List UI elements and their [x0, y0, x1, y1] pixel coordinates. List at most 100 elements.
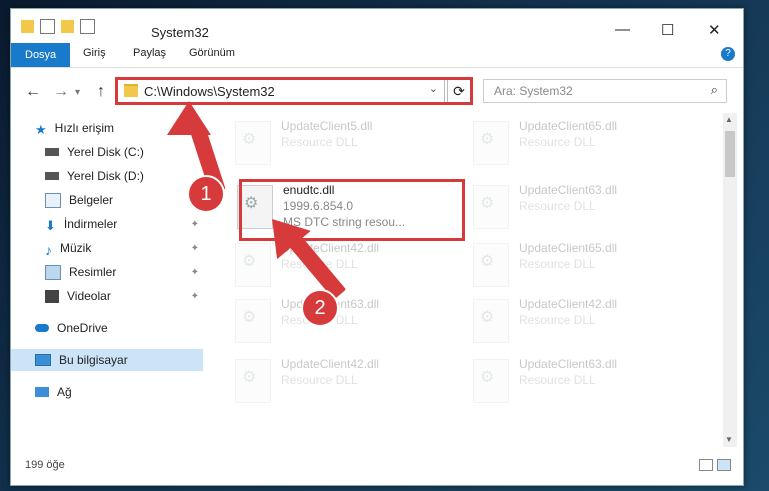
sidebar-item-music[interactable]: ♪ Müzik ✦ — [11, 237, 203, 259]
forward-button[interactable]: → — [53, 83, 69, 101]
sidebar-item-local-disk-c[interactable]: Yerel Disk (C:) — [11, 141, 203, 163]
file-name: UpdateClient42.dll — [519, 297, 618, 311]
step-1-badge: 1 — [187, 175, 225, 213]
sidebar-item-label: Belgeler — [69, 193, 114, 207]
computer-icon — [35, 354, 51, 366]
documents-icon — [45, 192, 61, 208]
download-icon: ⬇ — [45, 217, 56, 233]
pictures-icon — [45, 264, 61, 280]
file-item[interactable]: ⚙ UpdateClient42.dll Resource DLL — [473, 293, 693, 345]
videos-icon — [45, 289, 59, 303]
sidebar-item-local-disk-d[interactable]: Yerel Disk (D:) — [11, 165, 203, 187]
sidebar-item-onedrive[interactable]: OneDrive — [11, 317, 203, 339]
sidebar-item-label: Yerel Disk (C:) — [67, 145, 144, 159]
sidebar-item-label: Ağ — [57, 385, 72, 399]
item-count: 199 öğe — [25, 459, 65, 471]
maximize-button[interactable]: ☐ — [661, 21, 674, 39]
file-name: UpdateClient5.dll — [281, 119, 373, 133]
file-item[interactable]: ⚙ UpdateClient5.dll Resource DLL — [235, 115, 455, 167]
sidebar-item-videos[interactable]: Videolar ✦ — [11, 285, 203, 307]
sidebar-item-label: Resimler — [69, 265, 117, 279]
recent-dropdown-icon[interactable]: ▾ — [75, 87, 80, 98]
gear-icon: ⚙ — [480, 131, 495, 148]
file-name: UpdateClient65.dll — [519, 241, 618, 255]
sidebar-item-label: Bu bilgisayar — [59, 353, 128, 367]
gear-icon: ⚙ — [480, 253, 495, 270]
file-item[interactable]: ⚙ UpdateClient63.dll Resource DLL — [235, 293, 455, 345]
file-item[interactable]: ⚙ UpdateClient63.dll Resource DLL — [473, 179, 693, 231]
star-icon: ★ — [35, 121, 47, 137]
vertical-scrollbar[interactable]: ▲ ▼ — [723, 113, 737, 447]
file-type: Resource DLL — [519, 373, 596, 387]
tab-file[interactable]: Dosya — [11, 43, 71, 67]
step-2-badge: 2 — [301, 289, 339, 327]
search-input[interactable]: Ara: System32 ⌕ — [483, 79, 727, 103]
file-name: UpdateClient42.dll — [281, 357, 380, 371]
folder-icon — [21, 20, 34, 33]
back-button[interactable]: ← — [25, 83, 41, 101]
search-icon: ⌕ — [710, 82, 718, 97]
sidebar-item-label: Yerel Disk (D:) — [67, 169, 144, 183]
file-type: Resource DLL — [519, 199, 596, 213]
file-type: Resource DLL — [519, 135, 596, 149]
minimize-button[interactable]: — — [615, 21, 630, 38]
help-icon[interactable]: ? — [721, 47, 735, 61]
file-type: Resource DLL — [281, 373, 358, 387]
sidebar-item-label: Hızlı erişim — [54, 121, 114, 135]
file-name: UpdateClient65.dll — [519, 119, 618, 133]
window-title: System32 — [151, 25, 209, 40]
gear-icon: ⚙ — [242, 369, 257, 386]
pin-icon[interactable]: ✦ — [191, 219, 199, 230]
file-item[interactable]: ⚙ UpdateClient65.dll Resource DLL — [473, 115, 693, 167]
drive-icon — [45, 172, 59, 180]
details-view-icon[interactable] — [699, 459, 713, 471]
file-item[interactable]: ⚙ UpdateClient63.dll Resource DLL — [473, 353, 693, 405]
pin-icon[interactable]: ✦ — [191, 267, 199, 278]
status-bar: 199 öğe — [11, 453, 743, 477]
title-bar: System32 — ☐ ✕ — [11, 9, 743, 43]
pin-icon[interactable]: ✦ — [191, 291, 199, 302]
sidebar-item-downloads[interactable]: ⬇ İndirmeler ✦ — [11, 213, 203, 235]
file-type: Resource DLL — [281, 135, 358, 149]
large-icons-view-icon[interactable] — [717, 459, 731, 471]
sidebar-item-label: Videolar — [67, 289, 111, 303]
file-name: UpdateClient63.dll — [519, 183, 618, 197]
file-name: UpdateClient63.dll — [519, 357, 618, 371]
ribbon: Dosya Giriş Paylaş Görünüm ? — [11, 43, 743, 68]
tab-share[interactable]: Paylaş — [133, 47, 166, 59]
file-item[interactable]: ⚙ UpdateClient65.dll Resource DLL — [473, 237, 693, 289]
up-button[interactable]: ↑ — [97, 83, 105, 101]
sidebar-item-pictures[interactable]: Resimler ✦ — [11, 261, 203, 283]
navigation-bar: ← → ▾ ↑ C:\Windows\System32 ⌄ ⟳ Ara: Sys… — [11, 67, 743, 113]
music-icon: ♪ — [45, 241, 52, 258]
cloud-icon — [35, 324, 49, 332]
scroll-up-icon[interactable]: ▲ — [725, 115, 733, 124]
scrollbar-thumb[interactable] — [725, 131, 735, 177]
sidebar-item-this-pc[interactable]: Bu bilgisayar — [11, 349, 203, 371]
file-type: Resource DLL — [519, 313, 596, 327]
gear-icon: ⚙ — [242, 309, 257, 326]
gear-icon: ⚙ — [480, 309, 495, 326]
pin-icon[interactable]: ✦ — [191, 243, 199, 254]
file-explorer-window: System32 — ☐ ✕ Dosya Giriş Paylaş Görünü… — [10, 8, 744, 486]
sidebar-item-label: Müzik — [60, 241, 92, 255]
gear-icon: ⚙ — [242, 253, 257, 270]
sidebar-item-label: OneDrive — [57, 321, 108, 335]
file-type: Resource DLL — [519, 257, 596, 271]
properties-icon[interactable] — [40, 19, 55, 34]
search-placeholder: Ara: System32 — [494, 84, 573, 98]
customize-icon[interactable] — [80, 19, 95, 34]
scroll-down-icon[interactable]: ▼ — [725, 435, 733, 444]
gear-icon: ⚙ — [242, 131, 257, 148]
network-icon — [35, 387, 49, 397]
sidebar-item-network[interactable]: Ağ — [11, 381, 203, 403]
gear-icon: ⚙ — [480, 195, 495, 212]
tab-home[interactable]: Giriş — [83, 47, 106, 59]
close-button[interactable]: ✕ — [708, 21, 721, 39]
sidebar-item-label: İndirmeler — [63, 217, 118, 231]
tab-view[interactable]: Görünüm — [189, 47, 235, 59]
sidebar-item-documents[interactable]: Belgeler — [11, 189, 203, 211]
new-folder-icon[interactable] — [61, 20, 74, 33]
gear-icon: ⚙ — [480, 369, 495, 386]
file-item[interactable]: ⚙ UpdateClient42.dll Resource DLL — [235, 353, 455, 405]
